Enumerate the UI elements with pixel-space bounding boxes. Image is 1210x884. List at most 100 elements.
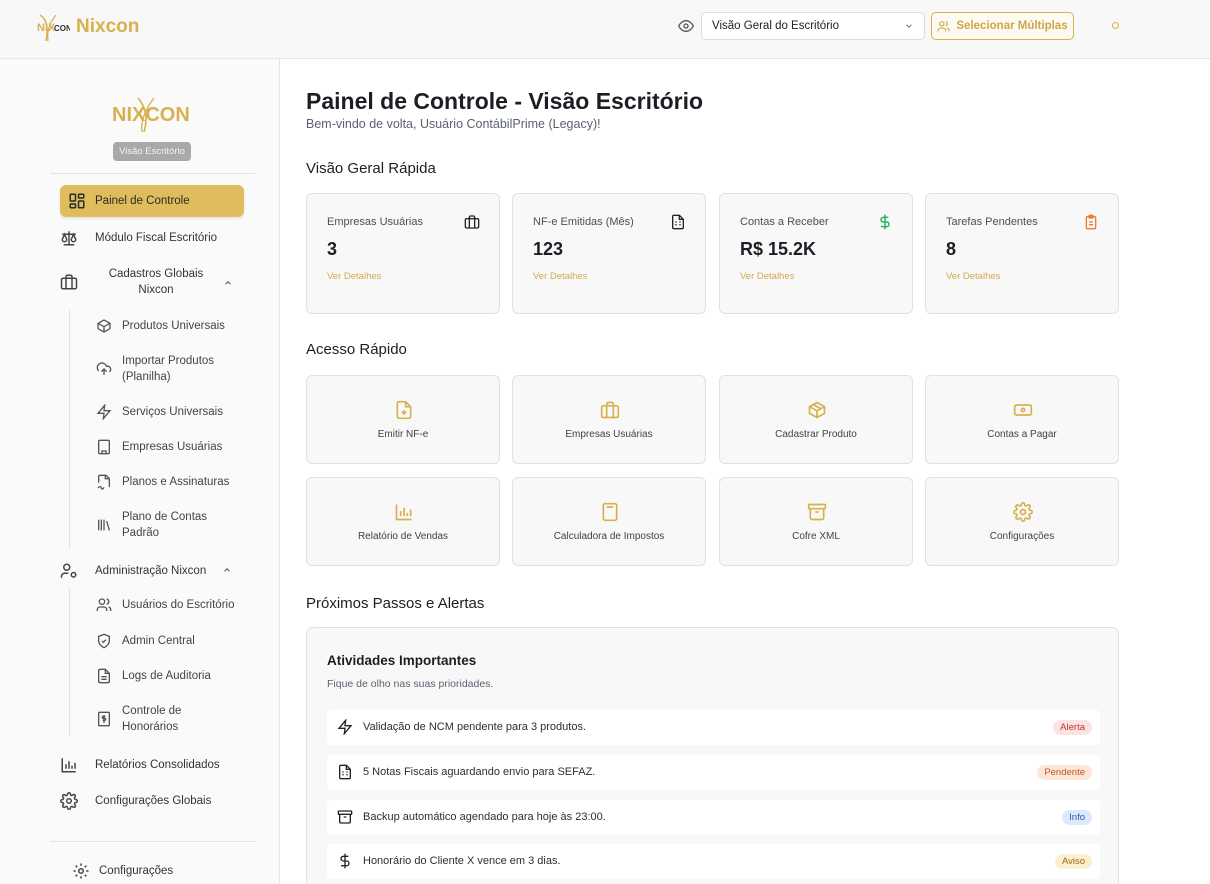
sidebar-item-label: Configurações Globais: [95, 795, 212, 807]
quick-cofre-xml[interactable]: Cofre XML: [719, 477, 913, 566]
sidebar-item-label: Painel de Controle: [95, 195, 190, 207]
status-badge: Alerta: [1053, 720, 1092, 735]
alert-row[interactable]: Validação de NCM pendente para 3 produto…: [327, 710, 1100, 745]
alert-row[interactable]: Backup automático agendado para hoje às …: [327, 800, 1100, 835]
gear-icon: [73, 863, 89, 879]
sidebar-logo-text: NIXCON: [112, 104, 190, 126]
alert-text: 5 Notas Fiscais aguardando envio para SE…: [363, 766, 596, 778]
sidebar-item-label: Relatórios Consolidados: [95, 759, 220, 771]
file-signature-icon: [97, 474, 110, 490]
stat-card-receber: Contas a Receber R$ 15.2K Ver Detalhes: [719, 193, 913, 314]
submenu-guide: [69, 589, 70, 737]
alerts-card: Atividades Importantes Fique de olho nas…: [306, 627, 1119, 884]
sidebar-subitem-logs[interactable]: Logs de Auditoria: [96, 668, 211, 684]
gear-icon: [60, 792, 78, 810]
alert-row[interactable]: Honorário do Cliente X vence em 3 dias. …: [327, 844, 1100, 879]
sidebar-item-fiscal[interactable]: Módulo Fiscal Escritório: [60, 229, 217, 247]
sidebar-logo: NIXCON: [112, 97, 190, 133]
quick-contas-pagar[interactable]: Contas a Pagar: [925, 375, 1119, 464]
quick-empresas[interactable]: Empresas Usuárias: [512, 375, 706, 464]
alert-row[interactable]: 5 Notas Fiscais aguardando envio para SE…: [327, 755, 1100, 790]
select-multiple-button[interactable]: Selecionar Múltiplas: [931, 12, 1074, 40]
sidebar-subitem-label: Admin Central: [122, 635, 195, 647]
quick-configuracoes[interactable]: Configurações: [925, 477, 1119, 566]
details-link[interactable]: Ver Detalhes: [533, 271, 587, 282]
sidebar-subitem-label: Serviços Universais: [122, 406, 223, 418]
sidebar-subitem-usuarios[interactable]: Usuários do Escritório: [96, 597, 234, 613]
alert-text: Backup automático agendado para hoje às …: [363, 811, 606, 823]
view-select[interactable]: Visão Geral do Escritório: [701, 12, 925, 40]
quick-label: Empresas Usuárias: [565, 429, 653, 440]
sidebar-subitem-planos[interactable]: Planos e Assinaturas: [96, 474, 229, 490]
sidebar-item-painel[interactable]: Painel de Controle: [60, 185, 244, 217]
brand[interactable]: NIX CON Nixcon: [36, 11, 139, 43]
alerts-heading: Próximos Passos e Alertas: [306, 595, 485, 612]
upload-cloud-icon: [96, 362, 112, 375]
sidebar-subitem-label: Importar Produtos (Planilha): [122, 355, 215, 383]
shield-icon: [98, 633, 110, 649]
sidebar-subitem-importar[interactable]: Importar Produtos (Planilha): [96, 353, 232, 385]
details-link[interactable]: Ver Detalhes: [946, 271, 1000, 282]
gear-icon: [1013, 502, 1033, 522]
dollar-icon: [340, 853, 350, 869]
details-link[interactable]: Ver Detalhes: [740, 271, 794, 282]
stat-value: R$ 15.2K: [740, 239, 817, 259]
sidebar-item-config-globais[interactable]: Configurações Globais: [60, 792, 211, 810]
office-view-badge: Visão Escritório: [113, 142, 191, 161]
sidebar-footer-config[interactable]: Configurações: [72, 862, 173, 880]
view-select-value: Visão Geral do Escritório: [712, 20, 839, 32]
sidebar-subitem-produtos[interactable]: Produtos Universais: [96, 318, 225, 334]
alert-text: Honorário do Cliente X vence em 3 dias.: [363, 855, 561, 867]
clipboard-icon: [1085, 214, 1097, 230]
main-content: Painel de Controle - Visão Escritório Be…: [281, 59, 1210, 884]
quick-label: Relatório de Vendas: [357, 531, 449, 542]
banknote-icon: [1013, 404, 1033, 416]
zap-icon: [337, 719, 353, 735]
svg-text:CON: CON: [54, 24, 70, 33]
alerts-title: Atividades Importantes: [327, 653, 477, 668]
sidebar-item-cadastros[interactable]: Cadastros Globais Nixcon: [60, 266, 230, 298]
zap-icon: [96, 404, 112, 420]
stat-label: NF-e Emitidas (Mês): [533, 216, 634, 228]
stat-card-empresas: Empresas Usuárias 3 Ver Detalhes: [306, 193, 500, 314]
archive-icon: [807, 503, 827, 521]
quick-cadastrar-produto[interactable]: Cadastrar Produto: [719, 375, 913, 464]
chevron-down-icon: [906, 24, 912, 28]
sidebar-subitem-honorarios[interactable]: Controle de Honorários: [96, 703, 212, 735]
details-link[interactable]: Ver Detalhes: [327, 271, 381, 282]
quick-label: Emitir NF-e: [377, 429, 429, 440]
library-icon: [98, 519, 110, 531]
calculator-icon: [602, 502, 618, 522]
sidebar-subitem-servicos[interactable]: Serviços Universais: [96, 404, 223, 420]
sidebar-subitem-empresas[interactable]: Empresas Usuárias: [96, 439, 222, 455]
sidebar: NIXCON Visão Escritório Painel de Contro…: [0, 59, 280, 884]
sidebar-subitem-label: Logs de Auditoria: [122, 670, 211, 682]
chevron-up-icon[interactable]: [222, 565, 232, 575]
sidebar-item-admin[interactable]: Administração Nixcon: [60, 562, 235, 580]
sidebar-subitem-label: Empresas Usuárias: [122, 441, 223, 453]
status-badge: Info: [1062, 810, 1092, 825]
stat-label: Contas a Receber: [740, 216, 829, 228]
status-dot-icon[interactable]: [1112, 22, 1119, 29]
chevron-up-icon[interactable]: [223, 278, 233, 288]
quick-label: Configurações: [989, 531, 1055, 542]
sidebar-subitem-admin-central[interactable]: Admin Central: [96, 633, 195, 649]
sidebar-subitem-label: Planos e Assinaturas: [122, 476, 230, 488]
submenu-guide: [69, 310, 70, 549]
briefcase-icon: [464, 215, 480, 229]
sidebar-item-label: Administração Nixcon: [95, 565, 207, 577]
quick-relatorio-vendas[interactable]: Relatório de Vendas: [306, 477, 500, 566]
sidebar-subitem-plano-contas[interactable]: Plano de Contas Padrão: [96, 509, 222, 541]
file-text-icon: [98, 668, 110, 684]
users-icon: [96, 598, 112, 611]
dashboard-icon: [69, 193, 85, 209]
sidebar-item-relatorios[interactable]: Relatórios Consolidados: [60, 756, 220, 774]
page-subtitle: Bem-vindo de volta, Usuário ContábilPrim…: [306, 117, 601, 131]
sidebar-item-label: Módulo Fiscal Escritório: [95, 232, 218, 244]
quick-label: Cofre XML: [792, 531, 840, 542]
quick-emitir-nfe[interactable]: Emitir NF-e: [306, 375, 500, 464]
receipt-dollar-icon: [98, 711, 110, 727]
sidebar-subitem-label: Produtos Universais: [122, 320, 225, 332]
quick-calculadora[interactable]: Calculadora de Impostos: [512, 477, 706, 566]
stat-label: Empresas Usuárias: [327, 216, 423, 228]
